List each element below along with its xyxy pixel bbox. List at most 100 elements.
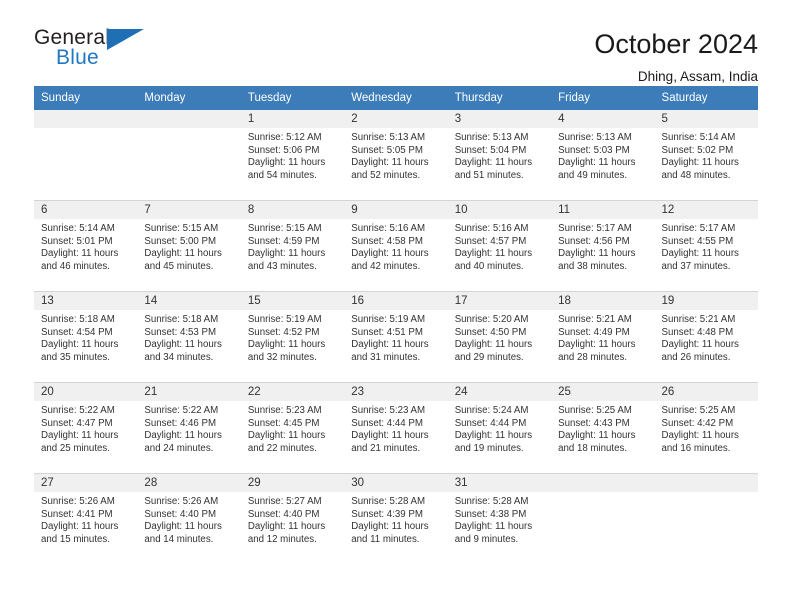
daylight-duration-line1: Daylight: 11 hours [351, 521, 429, 533]
daylight-duration-line2: and 29 minutes. [454, 351, 524, 363]
sunset-time: Sunset: 4:46 PM [144, 417, 217, 429]
calendar-day-cell[interactable]: 6 Sunrise: 5:14 AM Sunset: 5:01 PM Daylight… [34, 200, 138, 292]
day-number: 8 [240, 201, 345, 219]
sunset-time: Sunset: 4:57 PM [454, 235, 527, 247]
day-number: 5 [654, 110, 758, 128]
sunrise-time: Sunrise: 5:27 AM [247, 496, 322, 507]
day-number: 6 [34, 201, 138, 219]
day-number: 3 [447, 110, 552, 128]
day-details: Sunrise: 5:12 AM Sunset: 5:06 PM Daylight:… [241, 128, 344, 182]
calendar-day-cell[interactable]: 23 Sunrise: 5:23 AM Sunset: 4:44 PM Dayligh… [344, 382, 448, 474]
day-cell-inner: 31 Sunrise: 5:28 AM Sunset: 4:38 PM Dayligh… [447, 474, 552, 564]
daylight-duration-line1: Daylight: 11 hours [144, 248, 222, 260]
daylight-duration-line2: and 46 minutes. [41, 260, 110, 272]
daylight-duration-line1: Daylight: 11 hours [247, 430, 326, 442]
day-details: Sunrise: 5:24 AM Sunset: 4:44 PM Daylight:… [448, 401, 551, 455]
calendar-day-cell[interactable]: 28 Sunrise: 5:26 AM Sunset: 4:40 PM Dayligh… [137, 473, 241, 564]
sunrise-time: Sunrise: 5:23 AM [247, 405, 322, 416]
calendar-day-cell[interactable]: 11 Sunrise: 5:17 AM Sunset: 4:56 PM Dayligh… [551, 200, 655, 292]
sunset-time: Sunset: 4:44 PM [454, 417, 527, 429]
day-number: 25 [551, 383, 655, 401]
calendar-day-cell[interactable]: 26 Sunrise: 5:25 AM Sunset: 4:42 PM Dayligh… [654, 382, 758, 474]
day-number: 16 [344, 292, 448, 310]
calendar-day-cell[interactable]: 22 Sunrise: 5:23 AM Sunset: 4:45 PM Dayligh… [240, 382, 345, 474]
daylight-duration-line1: Daylight: 11 hours [247, 339, 326, 351]
general-blue-logo[interactable]: General Blue [34, 26, 152, 72]
calendar-day-cell[interactable]: 29 Sunrise: 5:27 AM Sunset: 4:40 PM Dayligh… [240, 473, 345, 564]
day-number: 17 [447, 292, 552, 310]
calendar-day-cell[interactable]: 8 Sunrise: 5:15 AM Sunset: 4:59 PM Daylight… [240, 200, 345, 292]
sunrise-time: Sunrise: 5:28 AM [454, 496, 529, 507]
day-details: Sunrise: 5:14 AM Sunset: 5:02 PM Daylight:… [655, 128, 758, 182]
calendar-day-cell[interactable]: 20 Sunrise: 5:22 AM Sunset: 4:47 PM Dayligh… [34, 382, 138, 474]
calendar-day-cell[interactable]: 5 Sunrise: 5:14 AM Sunset: 5:02 PM Daylight… [654, 110, 758, 201]
day-details: Sunrise: 5:17 AM Sunset: 4:55 PM Daylight:… [655, 219, 758, 273]
calendar-day-cell[interactable]: 16 Sunrise: 5:19 AM Sunset: 4:51 PM Dayligh… [344, 291, 448, 383]
calendar-day-cell[interactable]: 25 Sunrise: 5:25 AM Sunset: 4:43 PM Dayligh… [551, 382, 655, 474]
day-number: 23 [344, 383, 448, 401]
weekday-header-wednesday: Wednesday [344, 86, 448, 110]
day-details: Sunrise: 5:26 AM Sunset: 4:40 PM Daylight:… [137, 492, 240, 546]
daylight-duration-line1: Daylight: 11 hours [351, 339, 429, 351]
calendar-day-cell[interactable]: 31 Sunrise: 5:28 AM Sunset: 4:38 PM Dayligh… [447, 473, 552, 564]
daylight-duration-line2: and 34 minutes. [144, 351, 214, 363]
sunrise-time: Sunrise: 5:22 AM [144, 405, 219, 416]
day-cell-inner [34, 110, 138, 200]
calendar-day-cell[interactable]: 19 Sunrise: 5:21 AM Sunset: 4:48 PM Dayligh… [654, 291, 758, 383]
calendar-day-cell[interactable]: 9 Sunrise: 5:16 AM Sunset: 4:58 PM Daylight… [344, 200, 448, 292]
daylight-duration-line2: and 43 minutes. [247, 260, 317, 272]
daylight-duration-line1: Daylight: 11 hours [41, 521, 119, 533]
calendar-day-cell[interactable]: 2 Sunrise: 5:13 AM Sunset: 5:05 PM Daylight… [344, 110, 448, 201]
calendar-day-cell[interactable]: 14 Sunrise: 5:18 AM Sunset: 4:53 PM Dayligh… [137, 291, 241, 383]
day-cell-inner: 17 Sunrise: 5:20 AM Sunset: 4:50 PM Dayligh… [447, 292, 552, 382]
calendar-body: 1 Sunrise: 5:12 AM Sunset: 5:06 PM Daylight… [34, 110, 758, 564]
calendar-day-cell[interactable]: 15 Sunrise: 5:19 AM Sunset: 4:52 PM Dayligh… [240, 291, 345, 383]
day-details: Sunrise: 5:15 AM Sunset: 5:00 PM Daylight:… [137, 219, 240, 273]
daylight-duration-line2: and 12 minutes. [247, 533, 317, 545]
page-header: General Blue October 2024 Dhing, Assam, … [34, 0, 758, 84]
day-cell-inner: 28 Sunrise: 5:26 AM Sunset: 4:40 PM Dayligh… [137, 474, 241, 564]
calendar-day-cell[interactable]: 3 Sunrise: 5:13 AM Sunset: 5:04 PM Daylight… [447, 110, 552, 201]
weekday-header-friday: Friday [551, 86, 655, 110]
sunset-time: Sunset: 4:41 PM [41, 508, 113, 520]
day-cell-inner: 29 Sunrise: 5:27 AM Sunset: 4:40 PM Dayligh… [240, 474, 345, 564]
calendar-day-cell[interactable]: 30 Sunrise: 5:28 AM Sunset: 4:39 PM Dayligh… [344, 473, 448, 564]
day-cell-inner: 26 Sunrise: 5:25 AM Sunset: 4:42 PM Dayligh… [654, 383, 758, 473]
calendar-day-cell[interactable]: 10 Sunrise: 5:16 AM Sunset: 4:57 PM Dayligh… [447, 200, 552, 292]
daylight-duration-line2: and 32 minutes. [247, 351, 317, 363]
calendar-week-row: 20 Sunrise: 5:22 AM Sunset: 4:47 PM Dayligh… [34, 382, 758, 474]
calendar-day-cell[interactable]: 27 Sunrise: 5:26 AM Sunset: 4:41 PM Dayligh… [34, 473, 138, 564]
sunset-time: Sunset: 4:42 PM [661, 417, 734, 429]
calendar-day-cell[interactable]: 7 Sunrise: 5:15 AM Sunset: 5:00 PM Daylight… [137, 200, 241, 292]
day-details: Sunrise: 5:23 AM Sunset: 4:44 PM Daylight:… [344, 401, 447, 455]
calendar-day-cell[interactable]: 13 Sunrise: 5:18 AM Sunset: 4:54 PM Dayligh… [34, 291, 138, 383]
day-number [551, 474, 655, 492]
daylight-duration-line1: Daylight: 11 hours [454, 521, 533, 533]
calendar-day-cell[interactable]: 1 Sunrise: 5:12 AM Sunset: 5:06 PM Daylight… [240, 110, 345, 201]
day-details: Sunrise: 5:17 AM Sunset: 4:56 PM Daylight:… [551, 219, 654, 273]
calendar-day-cell[interactable]: 17 Sunrise: 5:20 AM Sunset: 4:50 PM Dayligh… [447, 291, 552, 383]
calendar-day-cell[interactable]: 12 Sunrise: 5:17 AM Sunset: 4:55 PM Dayligh… [654, 200, 758, 292]
day-cell-inner [551, 474, 655, 564]
day-number [654, 474, 758, 492]
calendar-day-cell[interactable]: 24 Sunrise: 5:24 AM Sunset: 4:44 PM Dayligh… [447, 382, 552, 474]
calendar-day-cell[interactable]: 4 Sunrise: 5:13 AM Sunset: 5:03 PM Daylight… [551, 110, 655, 201]
day-cell-inner: 8 Sunrise: 5:15 AM Sunset: 4:59 PM Daylight… [240, 201, 345, 291]
sunrise-time: Sunrise: 5:16 AM [351, 223, 426, 234]
daylight-duration-line2: and 48 minutes. [661, 169, 731, 181]
sunrise-time: Sunrise: 5:12 AM [247, 132, 322, 143]
day-details: Sunrise: 5:26 AM Sunset: 4:41 PM Daylight:… [34, 492, 137, 546]
calendar-day-cell[interactable]: 18 Sunrise: 5:21 AM Sunset: 4:49 PM Dayligh… [551, 291, 655, 383]
sunrise-time: Sunrise: 5:16 AM [454, 223, 529, 234]
sunrise-time: Sunrise: 5:21 AM [661, 314, 736, 325]
day-number: 1 [240, 110, 345, 128]
day-details: Sunrise: 5:16 AM Sunset: 4:57 PM Daylight:… [448, 219, 551, 273]
sunset-time: Sunset: 4:44 PM [351, 417, 423, 429]
day-number: 28 [137, 474, 241, 492]
sunset-time: Sunset: 4:43 PM [558, 417, 630, 429]
day-number: 31 [447, 474, 552, 492]
sunrise-time: Sunrise: 5:25 AM [558, 405, 632, 416]
calendar-day-cell[interactable]: 21 Sunrise: 5:22 AM Sunset: 4:46 PM Dayligh… [137, 382, 241, 474]
sunset-time: Sunset: 4:55 PM [661, 235, 734, 247]
sunset-time: Sunset: 5:03 PM [558, 144, 630, 156]
